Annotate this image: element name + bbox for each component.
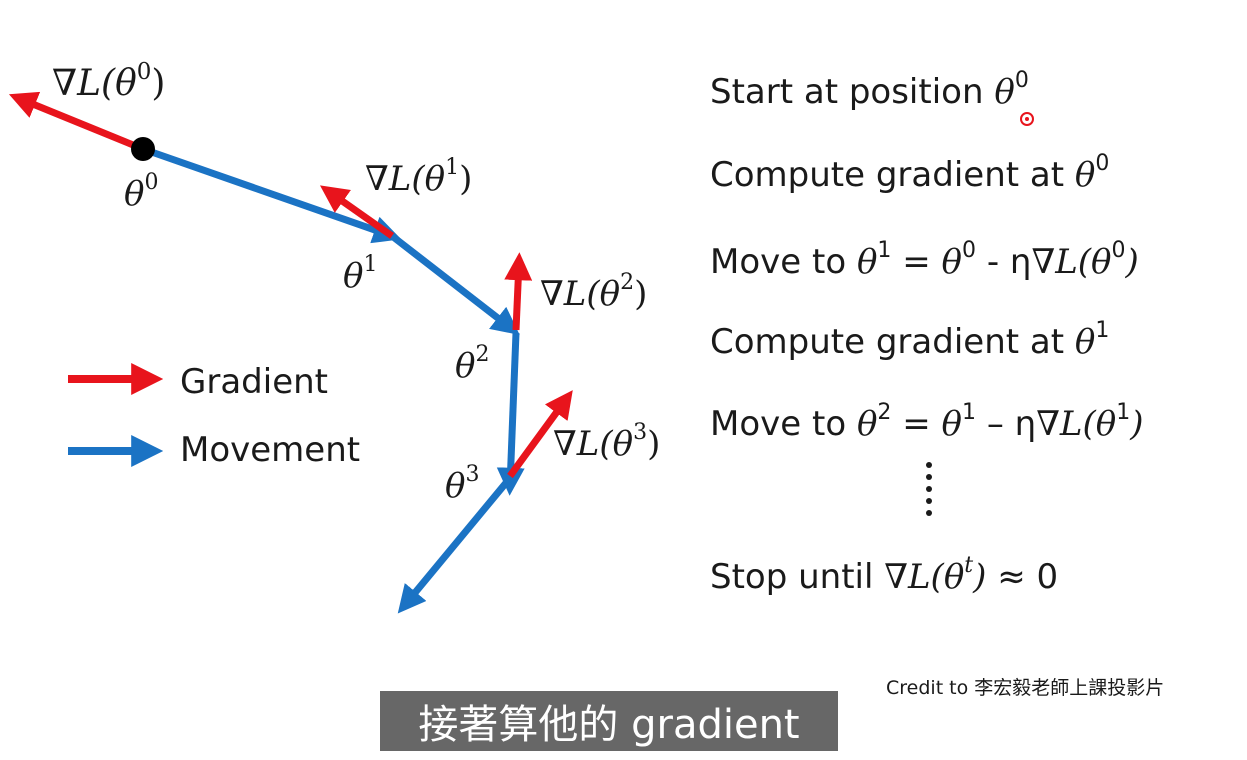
step-compute-1: Compute gradient at θ1: [710, 318, 1110, 362]
step-move-1-sup: 1: [877, 238, 892, 263]
theta-1-label: θ1: [343, 252, 377, 296]
subtitle-text: 接著算他的 gradient: [418, 702, 800, 748]
step-compute-1-var: θ: [1074, 322, 1096, 362]
step-compute-0-sup: 0: [1095, 151, 1110, 176]
ellipsis-dot: [926, 462, 932, 468]
step-start-var: θ: [994, 72, 1015, 112]
gradient-1-label: ∇L(θ1): [365, 155, 472, 199]
step-stop-grad: ∇L(θ: [884, 557, 965, 597]
movement-arrow-0: [141, 145, 402, 244]
gradient-arrow-0: [8, 91, 145, 153]
cursor-indicator-dot: [1025, 117, 1029, 121]
start-point: [131, 137, 155, 161]
step-move-1-var2: θ: [941, 242, 963, 282]
step-move-1-close: ): [1125, 242, 1139, 282]
gradient-arrow-2: [504, 252, 533, 331]
step-start: Start at position θ0: [710, 68, 1029, 112]
credit-text: Credit to 李宏毅老師上課投影片: [886, 677, 1165, 699]
theta-3-label: θ3: [445, 462, 479, 506]
step-move-2-text: Move to: [710, 404, 857, 444]
step-move-1-var: θ: [856, 242, 878, 282]
step-stop-sup: t: [964, 553, 974, 578]
step-move-2: Move to θ2 = θ1 – η∇L(θ1): [710, 400, 1144, 444]
step-move-2-sup2: 1: [962, 400, 977, 425]
movement-arrow-1: [389, 233, 520, 336]
ellipsis-dot: [926, 486, 932, 492]
step-compute-0: Compute gradient at θ0: [710, 151, 1110, 195]
legend-gradient-label: Gradient: [180, 362, 328, 402]
step-start-text: Start at position: [710, 72, 995, 112]
step-stop-text: Stop until: [710, 557, 885, 597]
step-compute-1-sup: 1: [1095, 318, 1110, 343]
step-stop-tail: ≈ 0: [986, 557, 1059, 597]
slide: θ0 θ1 θ2 θ3 ∇L(θ0) ∇L(θ1) ∇L(θ2) ∇L(θ3) …: [0, 0, 1247, 760]
movement-arrow-2: [496, 332, 525, 496]
step-move-1: Move to θ1 = θ0 - η∇L(θ0): [710, 238, 1139, 282]
step-compute-1-text: Compute gradient at: [710, 322, 1075, 362]
step-move-2-sup: 2: [877, 400, 892, 425]
step-move-1-sup3: 0: [1111, 238, 1126, 263]
step-move-1-op: - η: [976, 242, 1032, 282]
gradient-3-label: ∇L(θ3): [553, 420, 660, 464]
step-move-2-sup3: 1: [1116, 400, 1131, 425]
legend-movement-label: Movement: [180, 430, 361, 470]
step-move-2-var: θ: [856, 404, 878, 444]
ellipsis-dot: [926, 510, 932, 516]
step-start-sup: 0: [1014, 68, 1029, 93]
step-move-2-close: ): [1130, 404, 1144, 444]
step-move-2-op: – η: [976, 404, 1037, 444]
subtitle-caption: 接著算他的 gradient: [380, 691, 838, 751]
ellipsis-dot: [926, 498, 932, 504]
step-compute-0-var: θ: [1074, 155, 1096, 195]
step-stop: Stop until ∇L(θt) ≈ 0: [710, 553, 1059, 597]
step-move-1-sup2: 0: [962, 238, 977, 263]
step-move-1-text: Move to: [710, 242, 857, 282]
gradient-2-label: ∇L(θ2): [540, 270, 647, 314]
gradient-0-label: ∇L(θ0): [52, 59, 165, 104]
step-stop-close: ): [973, 557, 987, 597]
step-move-2-grad: ∇L(θ: [1036, 404, 1117, 444]
theta-0-label: θ0: [124, 170, 158, 214]
theta-2-label: θ2: [455, 342, 489, 386]
step-compute-0-text: Compute gradient at: [710, 155, 1075, 195]
step-move-2-eq: =: [891, 404, 942, 444]
step-move-1-grad: ∇L(θ: [1031, 242, 1112, 282]
step-move-2-var2: θ: [941, 404, 963, 444]
step-move-1-eq: =: [891, 242, 942, 282]
ellipsis-dot: [926, 474, 932, 480]
